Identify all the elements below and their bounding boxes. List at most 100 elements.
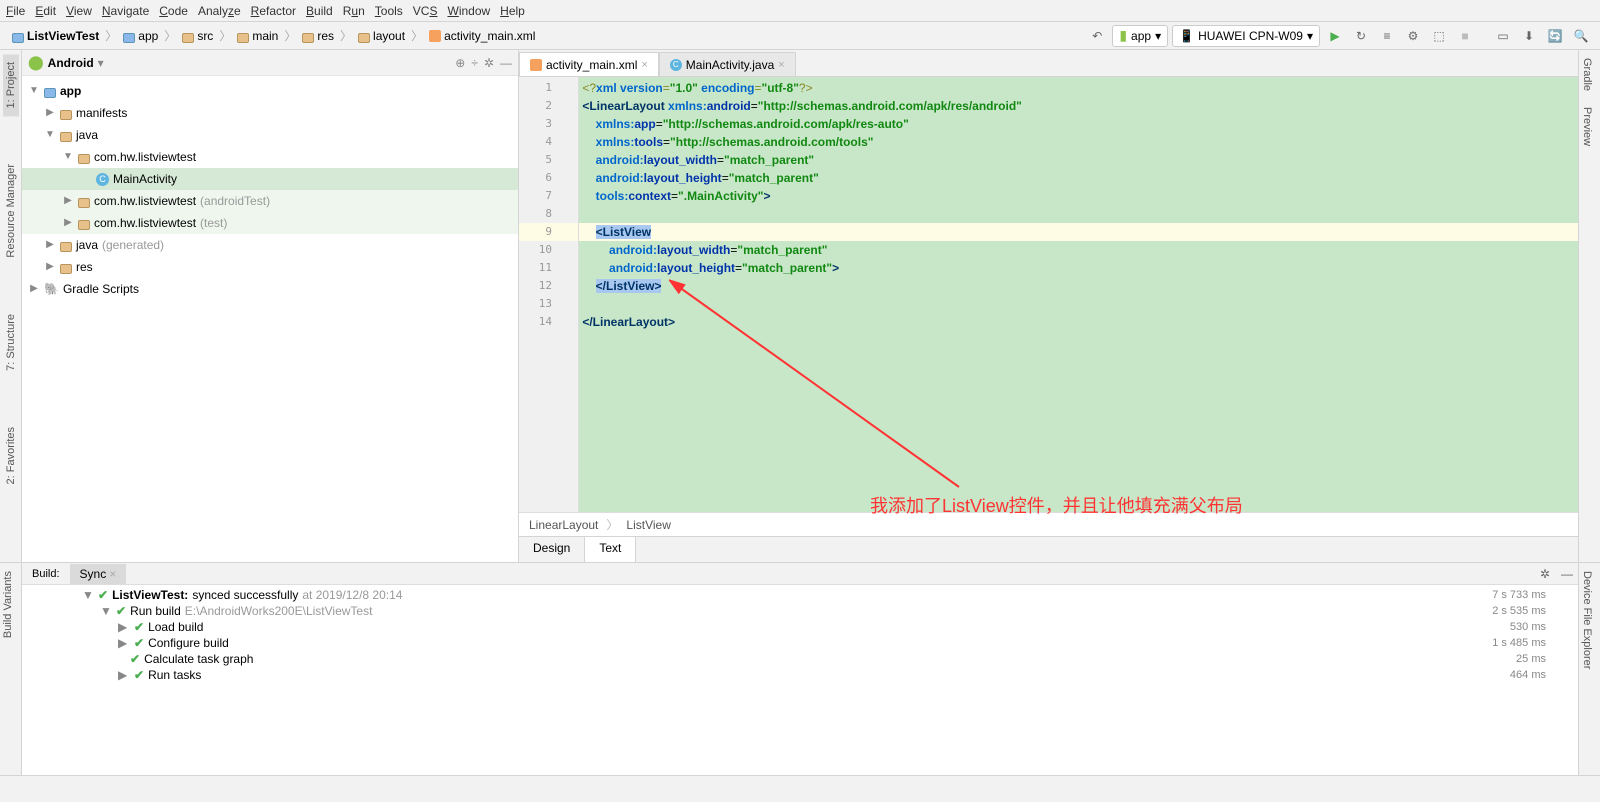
tree-gradle-scripts[interactable]: ▶🐘Gradle Scripts xyxy=(22,278,518,300)
package-icon xyxy=(78,198,90,208)
xml-icon xyxy=(429,30,441,42)
sidetab-preview[interactable]: Preview xyxy=(1579,99,1595,154)
crumb-linearlayout[interactable]: LinearLayout xyxy=(529,518,598,532)
code-editor[interactable]: 1234567891011121314 <?xml version="1.0" … xyxy=(519,77,1578,512)
menu-help[interactable]: Help xyxy=(500,4,525,18)
tab-mainactivity[interactable]: CMainActivity.java× xyxy=(659,52,796,76)
build-output-tree[interactable]: ▼✔ListViewTest: synced successfully at 2… xyxy=(22,585,1578,685)
build-tab-sync[interactable]: Sync × xyxy=(70,564,127,584)
menu-run[interactable]: Run xyxy=(343,4,365,18)
folder-icon xyxy=(60,242,72,252)
hide-button[interactable]: — xyxy=(500,56,512,70)
menu-build[interactable]: Build xyxy=(306,4,333,18)
tree-java[interactable]: ▼java xyxy=(22,124,518,146)
run-config-dropdown[interactable]: ▮app ▾ xyxy=(1112,25,1168,47)
project-panel: ⬤Android ▾ ⊕ ÷ ✲ — ▼app ▶manifests ▼java… xyxy=(22,50,519,562)
sidetab-project[interactable]: 1: Project xyxy=(3,54,19,116)
tab-design[interactable]: Design xyxy=(519,537,585,562)
menu-analyze[interactable]: Analyze xyxy=(198,4,241,18)
tree-package[interactable]: ▼com.hw.listviewtest xyxy=(22,146,518,168)
close-icon[interactable]: × xyxy=(109,567,116,581)
tree-java-generated[interactable]: ▶java (generated) xyxy=(22,234,518,256)
sidetab-resource-manager[interactable]: Resource Manager xyxy=(3,156,19,266)
build-panel: Build Variants Build: Sync × ✲ — ▼✔ListV… xyxy=(0,562,1600,775)
profile-button[interactable]: ⚙ xyxy=(1402,25,1424,47)
collapse-button[interactable]: ÷ xyxy=(471,56,478,70)
build-run-build[interactable]: ▼✔Run build E:\AndroidWorks200E\ListView… xyxy=(22,603,1578,619)
build-runtasks[interactable]: ▶✔Run tasks464 ms xyxy=(22,667,1578,683)
gear-icon[interactable]: ✲ xyxy=(1534,563,1556,585)
debug-button[interactable]: ≡ xyxy=(1376,25,1398,47)
check-icon: ✔ xyxy=(116,604,126,618)
crumb-project[interactable]: ListViewTest xyxy=(8,27,103,45)
tab-activity-main[interactable]: activity_main.xml× xyxy=(519,52,659,76)
sidetab-favorites[interactable]: 2: Favorites xyxy=(3,419,19,492)
avd-button[interactable]: ▭ xyxy=(1492,25,1514,47)
folder-icon xyxy=(237,33,249,43)
search-button[interactable]: 🔍 xyxy=(1570,25,1592,47)
device-dropdown[interactable]: 📱HUAWEI CPN-W09 ▾ xyxy=(1172,25,1320,47)
project-view-mode[interactable]: Android xyxy=(48,56,94,70)
settings-button[interactable]: ✲ xyxy=(484,56,494,70)
annotation-text: 我添加了ListView控件，并且让他填充满父布局 xyxy=(870,492,1243,518)
menu-window[interactable]: Window xyxy=(447,4,490,18)
back-button[interactable]: ↶ xyxy=(1086,25,1108,47)
sidetab-device-file-explorer[interactable]: Device File Explorer xyxy=(1579,563,1595,677)
crumb-label: src xyxy=(197,29,213,43)
class-icon: C xyxy=(670,59,682,71)
tree-res[interactable]: ▶res xyxy=(22,256,518,278)
crumb-app[interactable]: app xyxy=(119,27,162,45)
check-icon: ✔ xyxy=(98,588,108,602)
close-icon[interactable]: × xyxy=(641,59,647,71)
design-text-tabs: Design Text xyxy=(519,536,1578,562)
crumb-layout[interactable]: layout xyxy=(354,27,409,45)
stop-button[interactable]: ■ xyxy=(1454,25,1476,47)
tree-manifests[interactable]: ▶manifests xyxy=(22,102,518,124)
menu-code[interactable]: Code xyxy=(159,4,188,18)
folder-icon xyxy=(302,33,314,43)
hide-button[interactable]: — xyxy=(1556,563,1578,585)
menu-edit[interactable]: Edit xyxy=(35,4,56,18)
close-icon[interactable]: × xyxy=(778,59,784,71)
tree-mainactivity[interactable]: CMainActivity xyxy=(22,168,518,190)
menu-file[interactable]: File xyxy=(6,4,25,18)
sdk-button[interactable]: ⬇ xyxy=(1518,25,1540,47)
crumb-res[interactable]: res xyxy=(298,27,338,45)
sidetab-gradle[interactable]: Gradle xyxy=(1579,50,1595,99)
chevron-down-icon: ▾ xyxy=(98,56,104,70)
locate-button[interactable]: ⊕ xyxy=(455,56,465,70)
menu-refactor[interactable]: Refactor xyxy=(251,4,296,18)
build-configure[interactable]: ▶✔Configure build1 s 485 ms xyxy=(22,635,1578,651)
crumb-file[interactable]: activity_main.xml xyxy=(425,27,539,45)
crumb-label: app xyxy=(138,29,158,43)
sync-button[interactable]: 🔄 xyxy=(1544,25,1566,47)
status-bar xyxy=(0,775,1600,798)
tree-package-androidtest[interactable]: ▶com.hw.listviewtest (androidTest) xyxy=(22,190,518,212)
line-gutter: 1234567891011121314 xyxy=(519,77,579,512)
gradle-icon: 🐘 xyxy=(44,280,59,298)
run-button[interactable]: ▶ xyxy=(1324,25,1346,47)
build-calc[interactable]: ✔Calculate task graph25 ms xyxy=(22,651,1578,667)
crumb-listview[interactable]: ListView xyxy=(626,518,670,532)
menu-vcs[interactable]: VCS xyxy=(413,4,438,18)
sidetab-build-variants[interactable]: Build Variants xyxy=(0,563,16,646)
menu-tools[interactable]: Tools xyxy=(375,4,403,18)
chevron-down-icon: ▾ xyxy=(1155,29,1161,43)
menu-view[interactable]: View xyxy=(66,4,92,18)
check-icon: ✔ xyxy=(134,636,144,650)
tree-package-test[interactable]: ▶com.hw.listviewtest (test) xyxy=(22,212,518,234)
crumb-main[interactable]: main xyxy=(233,27,282,45)
menu-navigate[interactable]: Navigate xyxy=(102,4,149,18)
build-root[interactable]: ▼✔ListViewTest: synced successfully at 2… xyxy=(22,587,1578,603)
tree-app[interactable]: ▼app xyxy=(22,80,518,102)
build-tab-build[interactable]: Build: xyxy=(22,565,70,583)
attach-button[interactable]: ⬚ xyxy=(1428,25,1450,47)
project-tree[interactable]: ▼app ▶manifests ▼java ▼com.hw.listviewte… xyxy=(22,76,518,562)
crumb-src[interactable]: src xyxy=(178,27,217,45)
check-icon: ✔ xyxy=(134,668,144,682)
tab-text[interactable]: Text xyxy=(585,537,636,562)
sidetab-structure[interactable]: 7: Structure xyxy=(3,306,19,379)
toolbar: ListViewTest〉 app〉 src〉 main〉 res〉 layou… xyxy=(0,22,1600,50)
build-load[interactable]: ▶✔Load build530 ms xyxy=(22,619,1578,635)
apply-button[interactable]: ↻ xyxy=(1350,25,1372,47)
